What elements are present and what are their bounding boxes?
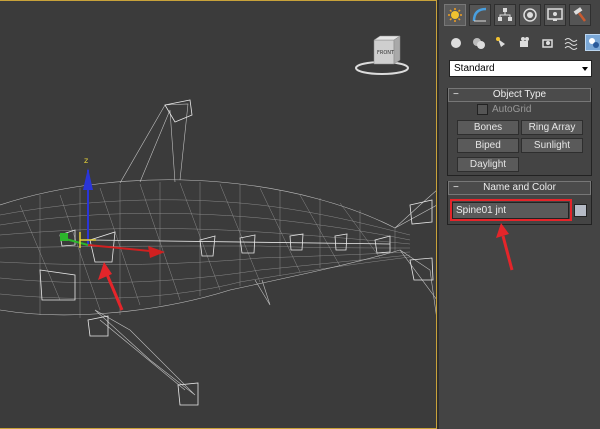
autogrid-checkbox[interactable] <box>477 104 488 115</box>
utilities-tab[interactable] <box>569 4 591 26</box>
gizmo-axis-z: z <box>84 156 88 165</box>
modify-tab-icon <box>472 7 487 22</box>
modify-tab[interactable] <box>469 4 491 26</box>
chevron-down-icon[interactable] <box>582 67 588 71</box>
create-category-icons <box>447 34 600 52</box>
perspective-viewport[interactable]: z FRONT <box>0 0 437 429</box>
helpers-button[interactable] <box>539 34 556 51</box>
annotation-arrow-viewport <box>98 262 124 311</box>
display-tab-icon <box>547 8 563 21</box>
hierarchy-tab[interactable] <box>494 4 516 26</box>
cameras-icon <box>519 36 529 47</box>
object-category-dropdown[interactable]: Standard <box>449 60 592 77</box>
geometry-icon <box>450 37 461 48</box>
object-name-field[interactable]: Spine01 jnt <box>452 202 569 219</box>
motion-tab-icon <box>523 8 537 22</box>
object-color-swatch[interactable] <box>574 204 587 217</box>
dropdown-value: Standard <box>454 63 495 74</box>
name-and-color-title: Name and Color <box>483 182 556 193</box>
bones-button[interactable]: Bones <box>457 120 519 135</box>
geometry-button[interactable] <box>447 34 464 51</box>
create-tab[interactable] <box>444 4 466 26</box>
object-type-title: Object Type <box>492 89 547 100</box>
lights-button[interactable] <box>493 34 510 51</box>
daylight-button[interactable]: Daylight <box>457 157 519 172</box>
object-type-rollout-header[interactable]: − Object Type <box>448 88 591 102</box>
systems-button[interactable] <box>585 34 600 51</box>
utilities-tab-icon <box>573 7 586 22</box>
ring-array-button[interactable]: Ring Array <box>521 120 583 135</box>
autogrid-option[interactable]: AutoGrid <box>477 104 531 115</box>
create-tab-icon <box>448 8 462 22</box>
autogrid-label: AutoGrid <box>492 104 532 115</box>
systems-icon <box>588 37 599 48</box>
sunlight-button[interactable]: Sunlight <box>521 138 583 153</box>
viewcube-face-label: FRONT <box>377 50 395 56</box>
collapse-icon[interactable]: − <box>453 182 459 194</box>
viewcube[interactable]: FRONT <box>354 34 410 76</box>
name-and-color-rollout-header[interactable]: − Name and Color <box>448 181 591 195</box>
spacewarps-icon <box>564 37 577 50</box>
collapse-icon[interactable]: − <box>453 89 459 101</box>
display-tab[interactable] <box>544 4 566 26</box>
command-panel-tabs <box>444 4 591 26</box>
hierarchy-tab-icon <box>498 8 512 21</box>
spacewarps-button[interactable] <box>562 34 579 51</box>
shapes-button[interactable] <box>470 34 487 51</box>
helpers-icon <box>541 38 553 48</box>
cameras-button[interactable] <box>516 34 533 51</box>
shapes-icon <box>472 37 485 49</box>
biped-button[interactable]: Biped <box>457 138 519 153</box>
motion-tab[interactable] <box>519 4 541 26</box>
lights-icon <box>495 36 505 47</box>
